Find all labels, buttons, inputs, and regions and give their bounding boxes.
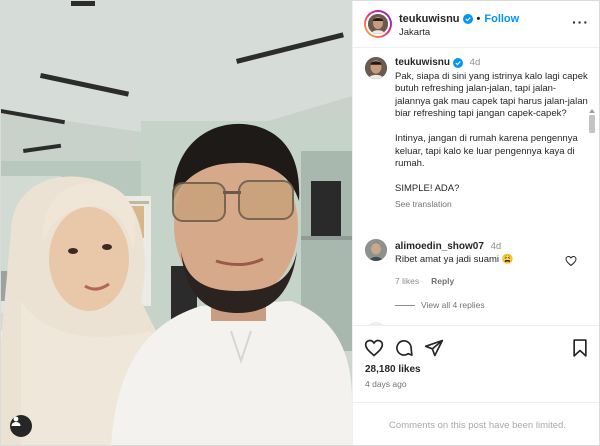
comments-limited-notice: Comments on this post have been limited. [353, 402, 599, 445]
reply-button[interactable]: Reply [431, 276, 454, 286]
post-caption: teukuwisnu 4d Pak, siapa di sini yang is… [395, 57, 591, 211]
replies-line [395, 304, 415, 306]
likes-count[interactable]: 28,180 likes [365, 364, 421, 375]
commenter-avatar[interactable] [365, 239, 387, 261]
caption-paragraph-1: Pak, siapa di sini yang istrinya kalo la… [395, 70, 588, 120]
follow-button[interactable]: Follow [484, 13, 519, 25]
comments-section[interactable]: teukuwisnu 4d Pak, siapa di sini yang is… [353, 49, 599, 325]
caption-username[interactable]: teukuwisnu [395, 57, 450, 70]
post-details-panel: teukuwisnu • Follow Jakarta ··· teukuwis… [352, 1, 599, 445]
separator-dot: • [476, 13, 481, 25]
caption-paragraph-3: SIMPLE! ADA? [395, 182, 460, 194]
share-icon[interactable] [424, 338, 444, 358]
author-avatar[interactable] [364, 10, 392, 38]
comment-heart-icon[interactable] [565, 255, 577, 267]
comment-username[interactable]: alimoedin_show07 [395, 241, 484, 252]
comment-text: Ribet amat ya jadi suami 😩 [395, 253, 514, 265]
tag-people-button[interactable] [10, 415, 32, 437]
comment-time[interactable]: 4d [491, 241, 502, 252]
post-location[interactable]: Jakarta [399, 27, 430, 38]
post-header: teukuwisnu • Follow Jakarta ··· [353, 1, 599, 48]
comment-likes[interactable]: 7 likes [395, 276, 419, 286]
avatar-image [365, 239, 387, 261]
author-username[interactable]: teukuwisnu [399, 13, 460, 25]
comments-scrollbar[interactable] [588, 109, 596, 325]
see-translation-link[interactable]: See translation [395, 198, 591, 211]
avatar-image [368, 14, 388, 34]
view-replies-button[interactable]: View all 4 replies [395, 300, 485, 310]
scroll-thumb[interactable] [589, 115, 595, 133]
view-replies-label: View all 4 replies [421, 300, 485, 310]
verified-badge-icon [462, 14, 473, 24]
avatar-image [365, 57, 387, 79]
post-actions: 28,180 likes 4 days ago Comments on this… [353, 325, 599, 445]
verified-badge-icon [453, 58, 464, 69]
caption-time[interactable]: 4d [470, 57, 481, 68]
instagram-post-modal: teukuwisnu • Follow Jakarta ··· teukuwis… [0, 0, 600, 446]
comment-meta: 7 likes Reply [395, 276, 454, 286]
post-age: 4 days ago [365, 379, 407, 389]
caption-paragraph-2: Intinya, jangan di rumah karena pengenny… [395, 132, 578, 170]
more-options-icon[interactable]: ··· [572, 15, 589, 29]
bookmark-icon[interactable] [570, 338, 590, 358]
caption-username-wrap[interactable]: teukuwisnu [395, 57, 464, 70]
comment-icon[interactable] [394, 338, 414, 358]
header-user-row: teukuwisnu • Follow [399, 13, 519, 25]
scroll-up-arrow[interactable] [589, 109, 595, 113]
comment-item: alimoedin_show07 4d Ribet amat ya jadi s… [395, 241, 565, 266]
caption-author-avatar[interactable] [365, 57, 387, 79]
photo-illustration [1, 1, 352, 445]
person-tag-icon [11, 416, 21, 426]
comments-limited-text: Comments on this post have been limited. [389, 420, 566, 431]
heart-icon[interactable] [364, 338, 384, 358]
post-photo[interactable] [1, 1, 352, 445]
